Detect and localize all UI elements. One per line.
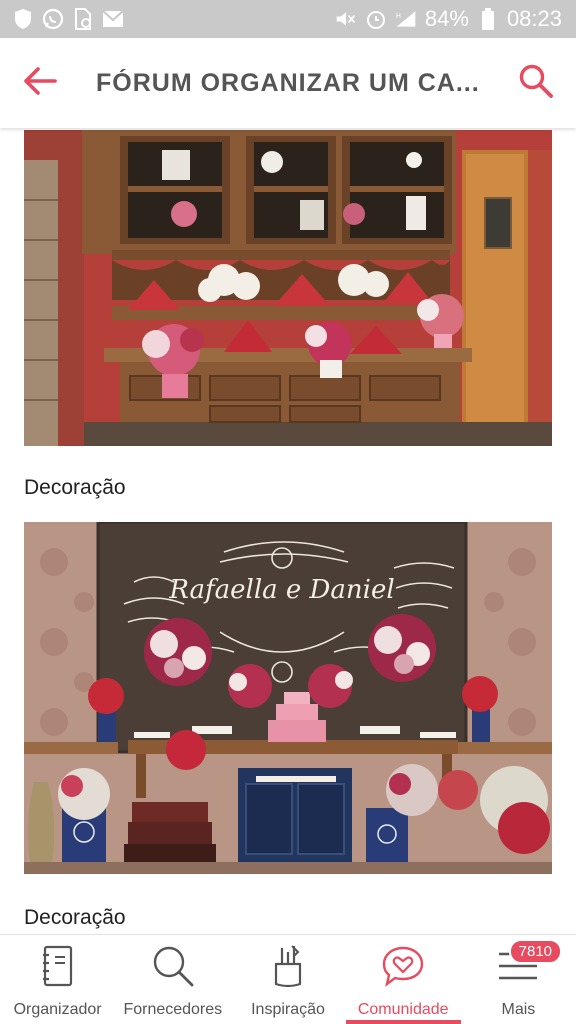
- post-caption: Decoração: [24, 906, 126, 929]
- notification-badge: 7810: [508, 939, 563, 964]
- mail-icon: [102, 8, 124, 30]
- bottom-navigation: Organizador Fornecedores Inspiração Comu…: [0, 934, 576, 1024]
- status-bar-system: H 84% 08:23: [335, 6, 562, 32]
- mute-icon: [335, 8, 357, 30]
- forum-post-content[interactable]: Decoração Rafaella e Daniel Decoração: [0, 128, 576, 934]
- whatsapp-icon: [42, 8, 64, 30]
- search-icon: [150, 943, 196, 989]
- battery-icon: [477, 8, 499, 30]
- nav-item-inspiracao[interactable]: Inspiração: [230, 935, 345, 1024]
- search-icon: [518, 63, 554, 104]
- signal-icon: H: [395, 8, 417, 30]
- clock: 08:23: [506, 6, 562, 31]
- page-title: FÓRUM ORGANIZAR UM CA...: [96, 68, 480, 97]
- battery-percent: 84%: [424, 6, 469, 31]
- nav-item-mais[interactable]: Mais 7810: [461, 935, 576, 1024]
- status-bar: H 84% 08:23: [0, 0, 576, 38]
- post-caption: Decoração: [24, 476, 126, 499]
- heart-chat-icon: [380, 943, 426, 989]
- back-button[interactable]: [0, 38, 80, 128]
- nav-item-fornecedores[interactable]: Fornecedores: [115, 935, 230, 1024]
- nav-label: Comunidade: [357, 1001, 449, 1018]
- search-button[interactable]: [496, 38, 576, 128]
- file-icon: [72, 8, 94, 30]
- nav-item-organizador[interactable]: Organizador: [0, 935, 115, 1024]
- status-bar-notifications: [12, 8, 124, 30]
- shield-icon: [12, 8, 34, 30]
- active-tab-indicator: [345, 1020, 461, 1024]
- nav-label: Mais: [501, 1001, 536, 1018]
- nav-item-comunidade[interactable]: Comunidade: [345, 935, 461, 1024]
- brushes-icon: [265, 943, 311, 989]
- alarm-icon: [365, 8, 387, 30]
- arrow-left-icon: [23, 66, 57, 101]
- chalkboard-names: Rafaella e Daniel: [168, 575, 394, 605]
- decor-chalkboard-cake-table-photo[interactable]: Rafaella e Daniel: [24, 522, 552, 874]
- nav-label: Inspiração: [251, 1001, 325, 1018]
- nav-label: Organizador: [13, 1001, 102, 1018]
- decor-hutch-photo[interactable]: [24, 130, 552, 446]
- notebook-icon: [35, 943, 81, 989]
- svg-text:H: H: [396, 12, 401, 20]
- app-bar: FÓRUM ORGANIZAR UM CA...: [0, 38, 576, 128]
- nav-label: Fornecedores: [123, 1001, 223, 1018]
